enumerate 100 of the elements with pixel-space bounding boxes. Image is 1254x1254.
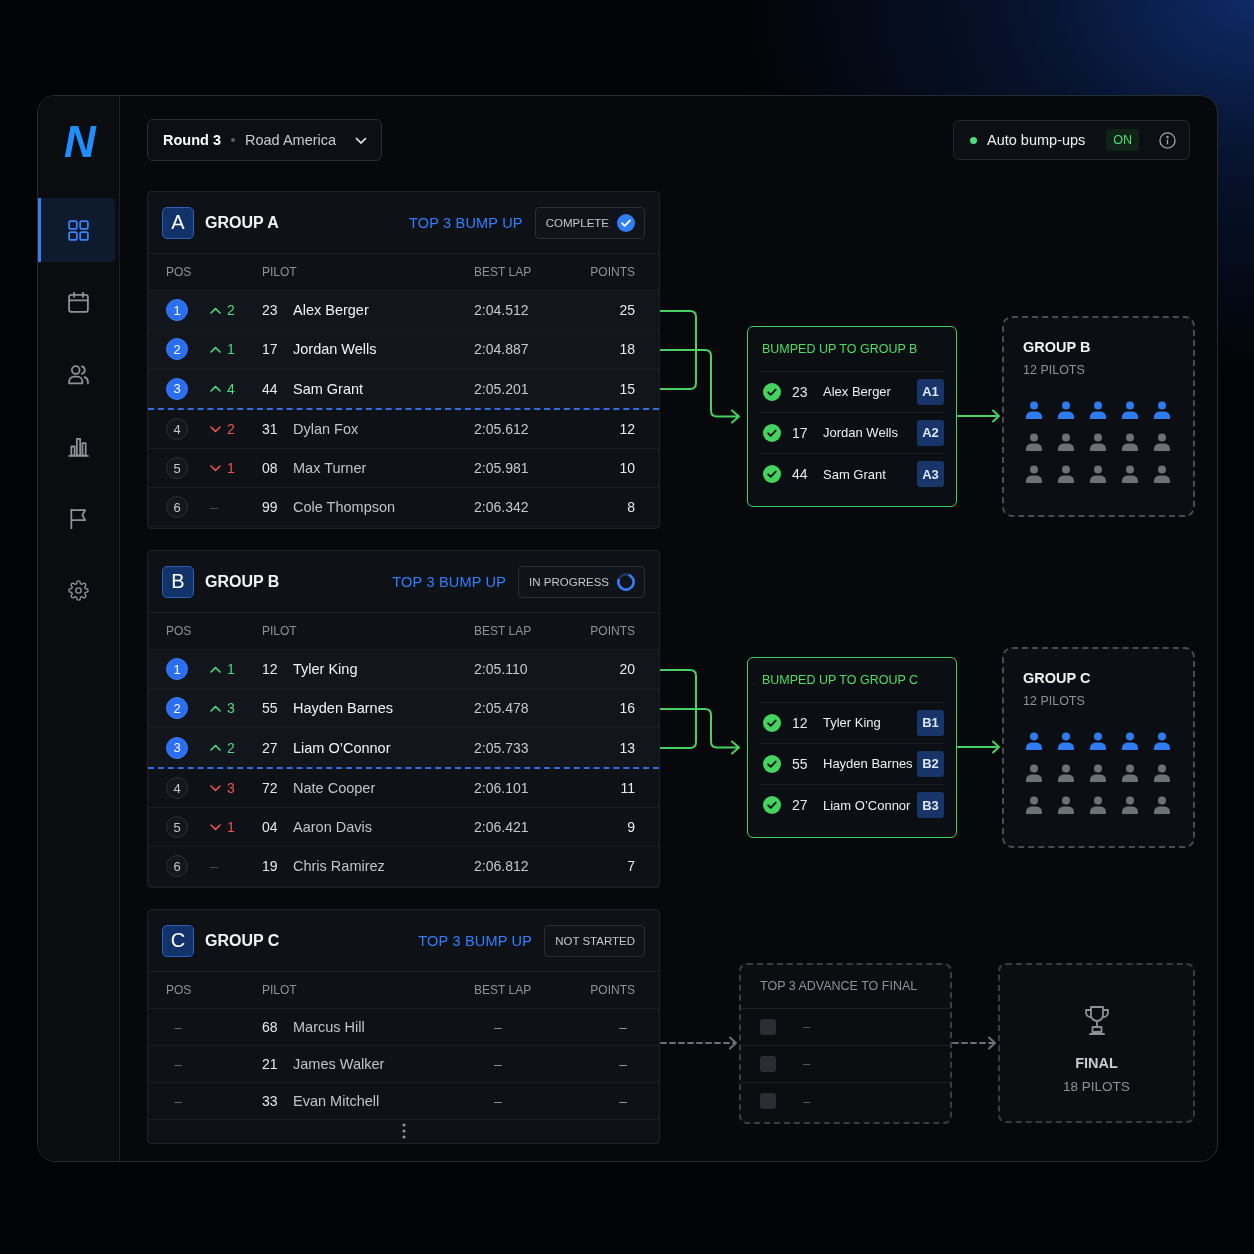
- pilot-name: Tyler King: [293, 661, 358, 677]
- pilot-name: Nate Cooper: [293, 780, 376, 796]
- bar-chart-icon: [67, 435, 89, 457]
- status-label: NOT STARTED: [555, 934, 635, 947]
- seed-badge: A2: [917, 419, 944, 446]
- group-letter-badge: B: [162, 565, 194, 598]
- slot-value: –: [803, 1056, 811, 1071]
- column-header: PILOT: [262, 265, 297, 279]
- info-icon[interactable]: [1159, 131, 1176, 149]
- panel-title: BUMPED UP TO GROUP B: [762, 341, 918, 356]
- change-value: 3: [227, 780, 235, 796]
- column-header: POINTS: [590, 624, 635, 638]
- seed-badge: A1: [917, 378, 944, 405]
- pilot-count: 12 PILOTS: [1023, 362, 1085, 377]
- position-value: –: [173, 1020, 183, 1035]
- dot-icon: [231, 138, 235, 142]
- car-number: 17: [262, 341, 278, 357]
- position-marker: 3: [166, 736, 188, 759]
- car-number: 27: [262, 739, 278, 756]
- logo: N: [64, 120, 95, 164]
- column-header: PILOT: [262, 624, 297, 638]
- change-value: 1: [227, 819, 235, 835]
- change-value: –: [210, 858, 218, 874]
- pilot-name: Dylan Fox: [293, 421, 359, 437]
- change-value: 2: [227, 421, 235, 437]
- best-lap: 2:04.512: [474, 302, 529, 318]
- bump-rule-label: TOP 3 BUMP UP: [408, 214, 523, 231]
- people-icon: [67, 363, 89, 385]
- position-marker: 3: [166, 377, 188, 400]
- points: 18: [619, 341, 635, 357]
- change-value: 1: [227, 661, 235, 677]
- group-title: GROUP A: [205, 213, 279, 232]
- change-value: –: [210, 499, 218, 515]
- best-lap: 2:06.342: [474, 499, 529, 515]
- change-value: 2: [227, 302, 235, 318]
- best-lap: 2:06.812: [474, 858, 529, 874]
- pilot-name: Liam O’Connor: [293, 739, 391, 756]
- seed-badge: B1: [917, 709, 944, 736]
- position-value: –: [173, 1094, 183, 1109]
- car-number: 44: [262, 380, 278, 397]
- car-number: 55: [792, 755, 808, 772]
- chevron-up-icon: [210, 744, 221, 751]
- more-icon[interactable]: [401, 1123, 406, 1139]
- column-header: POS: [166, 624, 192, 638]
- car-number: 72: [262, 780, 278, 796]
- pilot-count: 18 PILOTS: [1063, 1078, 1130, 1094]
- flag-icon: [67, 507, 89, 529]
- position-marker: 5: [166, 816, 188, 838]
- chevron-down-icon: [210, 784, 221, 792]
- group-title: GROUP C: [205, 931, 280, 950]
- chevron-up-icon: [210, 704, 221, 712]
- column-header: BEST LAP: [474, 265, 532, 279]
- best-lap: 2:04.887: [474, 341, 529, 357]
- best-lap: 2:05.733: [474, 739, 529, 756]
- position-marker: 2: [166, 338, 188, 360]
- car-number: 12: [262, 661, 278, 677]
- pilot-name: Jordan Wells: [823, 425, 898, 440]
- column-header: BEST LAP: [474, 983, 532, 997]
- chevron-down-icon: [210, 425, 221, 433]
- change-value: 1: [227, 341, 235, 357]
- pilot-name: Jordan Wells: [293, 341, 377, 357]
- pilot-count: 12 PILOTS: [1023, 693, 1085, 708]
- pilot-name: Aaron Davis: [293, 819, 372, 835]
- position-marker: 4: [166, 418, 188, 440]
- column-header: BEST LAP: [474, 624, 532, 638]
- change-value: 1: [227, 460, 235, 476]
- round-dropdown[interactable]: Round 3 Road America: [147, 119, 382, 161]
- best-lap: –: [494, 1093, 502, 1109]
- panel-title: GROUP B: [1023, 338, 1091, 355]
- car-number: 17: [792, 424, 808, 441]
- status-label: IN PROGRESS: [529, 575, 609, 588]
- calendar-icon: [67, 291, 89, 313]
- final-title: FINAL: [1075, 1054, 1118, 1071]
- pilot-name: Tyler King: [823, 715, 881, 730]
- pilot-name: Hayden Barnes: [293, 700, 393, 716]
- best-lap: 2:06.101: [474, 780, 529, 796]
- bump-rule-label: TOP 3 BUMP UP: [392, 573, 507, 590]
- chevron-up-icon: [210, 345, 221, 353]
- car-number: 55: [262, 700, 278, 716]
- car-number: 33: [262, 1093, 278, 1109]
- car-number: 23: [262, 302, 278, 318]
- position-value: –: [173, 1057, 183, 1072]
- empty-slot-icon: [760, 1093, 776, 1109]
- column-header: POS: [166, 265, 192, 279]
- best-lap: 2:05.981: [474, 460, 529, 476]
- auto-bump-label: Auto bump-ups: [987, 132, 1086, 148]
- empty-slot-icon: [760, 1018, 776, 1035]
- chevron-up-icon: [210, 665, 221, 673]
- best-lap: 2:05.110: [474, 661, 528, 677]
- points: 15: [619, 380, 635, 397]
- best-lap: 2:05.612: [474, 421, 529, 437]
- chevron-up-icon: [210, 306, 221, 314]
- seed-badge: B3: [917, 792, 944, 818]
- points: 16: [619, 700, 635, 716]
- points: –: [619, 1093, 627, 1109]
- nav-item[interactable]: [38, 198, 115, 262]
- car-number: 27: [792, 797, 808, 813]
- points: 10: [619, 460, 635, 476]
- empty-slot-icon: [760, 1055, 776, 1072]
- state-toggle[interactable]: ON: [1106, 129, 1139, 151]
